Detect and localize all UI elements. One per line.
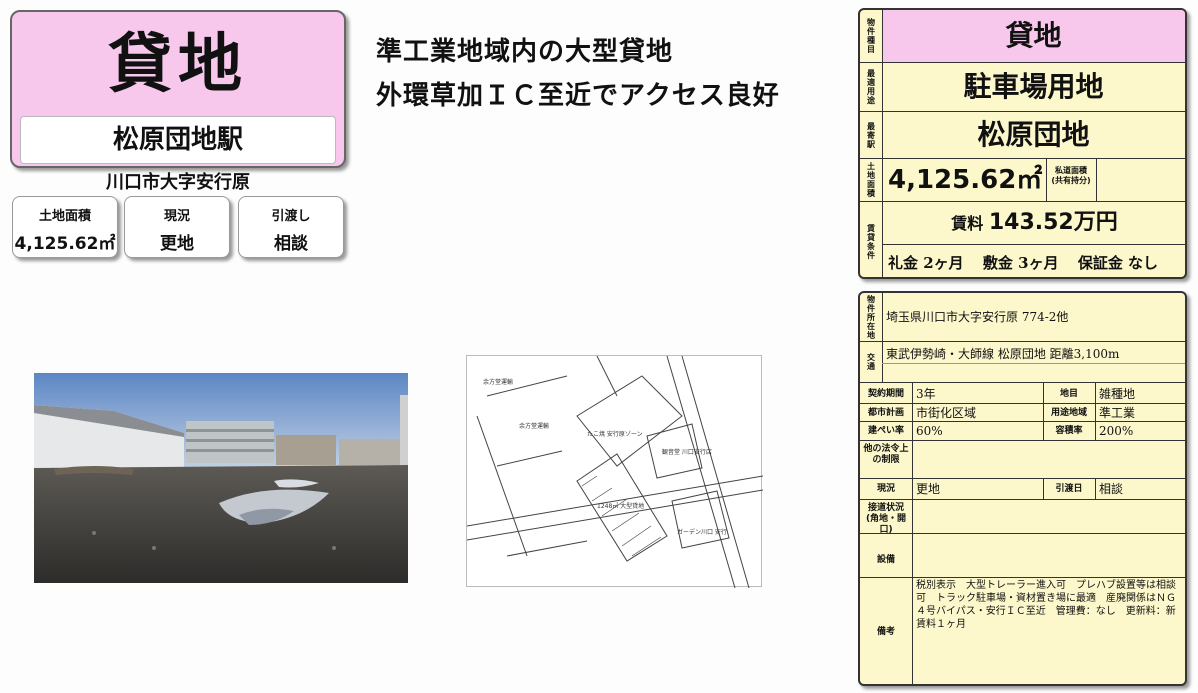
remarks-label: 備考 [876, 627, 895, 637]
rent-label: 賃料 [951, 214, 984, 233]
contract-value: 3年 [916, 387, 936, 401]
private-road-label-text: 私道面積 [1055, 166, 1087, 175]
location-label: 物件所在地 [860, 293, 883, 341]
headline-line-2: 外環草加ＩＣ至近でアクセス良好 [376, 81, 780, 111]
city-plan-label: 都市計画 [867, 408, 904, 418]
road-access-label: 接道状況 (角地・開口) [860, 503, 912, 536]
summary-land-area: 土地面積 4,125.62㎡ [12, 196, 118, 258]
summary-handover: 引渡し 相談 [238, 196, 344, 258]
rent-row: 賃料 143.52万円 [882, 202, 1185, 244]
rental-summary-panel: 物件種目 貸地 最適用途 駐車場用地 最寄駅 松原団地 土地面積 4,125.6… [858, 8, 1187, 279]
property-type-card: 貸地 松原団地駅 [10, 10, 346, 168]
map-label: 余方堂運輸 [519, 422, 549, 430]
headline: 準工業地域内の大型貸地 外環草加ＩＣ至近でアクセス良好 [376, 30, 836, 118]
map-label: ガーデン川口 安行 [677, 528, 727, 536]
summary-label: 現況 [163, 209, 190, 224]
map-label: 余方堂運輸 [483, 378, 513, 386]
conditions-label: 賃貸条件 [860, 202, 883, 277]
transport-value: 東武伊勢崎・大師線 松原団地 距離3,100m [886, 347, 1120, 361]
type-label: 物件種目 [860, 10, 883, 62]
land-category-label: 地目 [1059, 389, 1078, 399]
map-label: 観音堂 川口安行店 [662, 448, 712, 456]
map-label: たこ焼 安行原ゾーン [587, 430, 643, 438]
handover-value: 相談 [1099, 482, 1124, 496]
station-value: 松原団地 [977, 118, 1090, 151]
summary-label: 土地面積 [38, 209, 91, 224]
station-label: 最寄駅 [860, 112, 883, 158]
status-value: 更地 [916, 482, 941, 496]
status-label: 現況 [876, 484, 895, 494]
building-coverage-label: 建ぺい率 [867, 426, 904, 436]
rent-value: 143.52万円 [988, 210, 1118, 235]
site-photo-image [34, 373, 408, 583]
floor-area-ratio-label: 容積率 [1055, 426, 1083, 436]
summary-value: 更地 [160, 234, 194, 254]
deposit: 敷金 3ヶ月 [982, 254, 1059, 272]
use-label: 最適用途 [860, 63, 883, 111]
zoning-value: 準工業 [1099, 406, 1136, 420]
contract-label: 契約期間 [867, 389, 904, 399]
road-access-label-text: 接道状況 [867, 503, 904, 513]
property-details-panel: 物件所在地 埼玉県川口市大字安行原 774-2他 交通 東武伊勢崎・大師線 松原… [858, 291, 1187, 686]
site-photo [34, 373, 408, 583]
site-map: 余方堂運輸 余方堂運輸 1248㎡ 大型貸地 ガーデン川口 安行 観音堂 川口安… [466, 355, 764, 589]
summary-value: 相談 [274, 234, 308, 254]
private-road-sub-text: (共有持分) [1051, 176, 1091, 185]
nearest-station-label: 松原団地駅 [20, 116, 336, 164]
private-road-label: 私道面積 (共有持分) [1046, 166, 1096, 186]
guarantee: 保証金 なし [1077, 254, 1159, 272]
remarks-value: 税別表示 大型トレーラー進入可 プレハブ設置等は相談可 トラック駐車場・資材置き… [916, 580, 1186, 630]
zoning-label: 用途地域 [1050, 408, 1087, 418]
summary-value: 4,125.62㎡ [14, 234, 116, 254]
type-value: 貸地 [1005, 19, 1062, 52]
summary-label: 引渡し [271, 209, 311, 224]
area-value: 4,125.62㎡ [888, 165, 1043, 195]
facilities-label: 設備 [876, 555, 895, 565]
transport-label: 交通 [860, 342, 883, 382]
location-value: 埼玉県川口市大字安行原 774-2他 [886, 310, 1069, 324]
use-value: 駐車場用地 [963, 70, 1104, 103]
floor-area-ratio-value: 200% [1099, 424, 1134, 438]
handover-label: 引渡日 [1055, 484, 1083, 494]
other-law-label: 他の法令上の制限 [863, 444, 909, 465]
headline-line-1: 準工業地域内の大型貸地 [376, 37, 674, 67]
deposit-row: 礼金 2ヶ月 敷金 3ヶ月 保証金 なし [888, 246, 1185, 277]
property-type-title: 貸地 [108, 28, 248, 102]
site-map-drawing: 余方堂運輸 余方堂運輸 1248㎡ 大型貸地 ガーデン川口 安行 観音堂 川口安… [466, 355, 764, 589]
map-label: 1248㎡ 大型貸地 [597, 502, 644, 510]
address-line: 川口市大字安行原 [106, 172, 250, 193]
building-coverage-value: 60% [916, 424, 943, 438]
land-category-value: 雑種地 [1099, 387, 1136, 401]
area-label: 土地面積 [860, 159, 883, 201]
summary-status: 現況 更地 [124, 196, 230, 258]
key-money: 礼金 2ヶ月 [888, 254, 964, 272]
city-plan-value: 市街化区域 [916, 406, 977, 420]
